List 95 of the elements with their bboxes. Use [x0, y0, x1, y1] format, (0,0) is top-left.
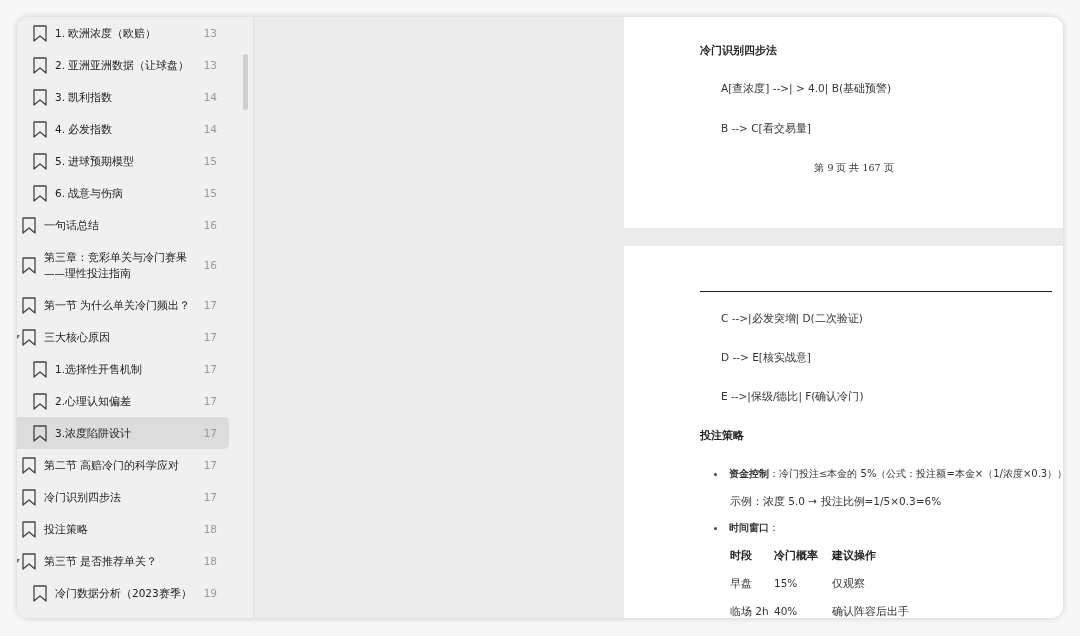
outline-item-label: 投注策略	[44, 522, 89, 537]
bookmark-icon	[22, 488, 36, 506]
outline-item[interactable]: 第三节 是否推荐单关？ 18	[17, 545, 229, 577]
page-number: 18	[202, 523, 217, 535]
bookmark-icon	[22, 296, 36, 314]
outline-item[interactable]: 第三章：竞彩单关与冷门赛果——理性投注指南 16	[17, 241, 229, 289]
page-number: 13	[202, 59, 217, 71]
page-number: 15	[202, 187, 217, 199]
bookmark-icon	[33, 120, 47, 138]
table-cell-text: 40%	[774, 604, 799, 618]
page-number: 18	[202, 555, 217, 567]
bullet-dot	[714, 526, 717, 530]
table-header: 冷门概率	[774, 548, 819, 563]
bullet-dot	[714, 472, 717, 476]
outline-item-label: 冷门数据分析（2023赛季）	[55, 586, 193, 601]
page-number: 17	[202, 299, 217, 311]
outline-item[interactable]: 1. 欧洲浓度（欧赔） 13	[17, 17, 229, 49]
outline-item-label: 一句话总结	[44, 218, 100, 233]
bookmark-icon	[33, 88, 47, 106]
outline-item[interactable]: 三大核心原因 17	[17, 321, 229, 353]
outline-item[interactable]: 2. 亚洲亚洲数据（让球盘） 13	[17, 49, 229, 81]
bullet-text: 时间窗口：	[729, 521, 779, 535]
outline-item-label: 2.心理认知偏差	[55, 394, 133, 409]
outline-item[interactable]: 冷门识别四步法 17	[17, 481, 229, 513]
outline-item-label: 6. 战意与伤病	[55, 186, 125, 201]
bookmark-icon	[22, 256, 36, 274]
table-cell-text: 15%	[774, 576, 799, 591]
bookmark-icon	[33, 584, 47, 602]
section-heading: 冷门识别四步法	[700, 44, 778, 58]
outline-item-label: 第一节 为什么单关冷门频出？	[44, 298, 192, 313]
bookmark-icon	[33, 24, 47, 42]
bookmark-icon	[22, 216, 36, 234]
outline-item[interactable]: 3.浓度陷阱设计 17	[17, 417, 229, 449]
bookmark-icon	[22, 456, 36, 474]
page-number: 19	[202, 587, 217, 599]
scrollbar-thumb[interactable]	[243, 54, 248, 110]
page-number: 16	[202, 219, 217, 231]
page-number: 17	[202, 395, 217, 407]
outline-item[interactable]: 冷门数据分析（2023赛季） 19	[17, 577, 229, 609]
bookmark-icon	[33, 184, 47, 202]
outline-item-label: 3.浓度陷阱设计	[55, 426, 133, 441]
section-heading: 投注策略	[700, 429, 745, 443]
bookmark-icon	[33, 56, 47, 74]
page-number: 17	[202, 459, 217, 471]
outline-item-label: 第三节 是否推荐单关？	[44, 554, 159, 569]
page-number: 14	[202, 91, 217, 103]
bullet-text: 资金控制：冷门投注≤本金的 5%（公式：投注额=本金×（1/浓度×0.3））	[729, 467, 1063, 481]
bookmark-icon	[33, 424, 47, 442]
outline-item[interactable]: 第一节 为什么单关冷门频出？ 17	[17, 289, 229, 321]
bookmark-icon	[33, 392, 47, 410]
outline-item-label: 4. 必发指数	[55, 122, 114, 137]
bookmark-icon	[22, 552, 36, 570]
page-number: 15	[202, 155, 217, 167]
outline-item[interactable]: 投注策略 18	[17, 513, 229, 545]
flow-step-text: B --> C[看交易量]	[720, 122, 812, 136]
outline-item[interactable]: 6. 战意与伤病 15	[17, 177, 229, 209]
table-cell: 确认阵容后出手	[832, 604, 909, 618]
outline-item-label: 第二节 高赔冷门的科学应对	[44, 458, 181, 473]
outline-item-label: 三大核心原因	[44, 330, 111, 345]
bookmark-icon	[33, 152, 47, 170]
flow-step-text: D --> E[核实战意]	[720, 351, 812, 365]
page-number: 17	[202, 331, 217, 343]
outline-item-label: 5. 进球预期模型	[55, 154, 136, 169]
outline-item-label: 1. 欧洲浓度（欧赔）	[55, 26, 158, 41]
outline-item[interactable]: 2.心理认知偏差 17	[17, 385, 229, 417]
bookmark-icon	[22, 520, 36, 538]
outline-item-label: 1.选择性开售机制	[55, 362, 144, 377]
flow-step-text: C -->|必发突增| D(二次验证)	[720, 312, 864, 326]
table-cell-text: 早盘	[730, 576, 753, 591]
page-number: 13	[202, 27, 217, 39]
page-number: 14	[202, 123, 217, 135]
outline-item-label: 冷门识别四步法	[44, 490, 122, 505]
table-header: 建议操作	[832, 548, 876, 563]
outline-item-label: 2. 亚洲亚洲数据（让球盘）	[55, 58, 191, 73]
page-number: 16	[202, 259, 217, 271]
outline-item[interactable]: 1.选择性开售机制 17	[17, 353, 229, 385]
table-cell: 仅观察	[832, 576, 865, 591]
page-footer: 第 9 页 共 167 页	[624, 162, 1063, 175]
page-number: 17	[202, 491, 217, 503]
outline-item[interactable]: 5. 进球预期模型 15	[17, 145, 229, 177]
page-number: 17	[202, 363, 217, 375]
table-header: 时段	[730, 548, 753, 563]
table-cell-text: 临场 2h	[730, 604, 770, 618]
page-number: 17	[202, 427, 217, 439]
bookmark-icon	[22, 328, 36, 346]
outline-item-label: 3. 凯利指数	[55, 90, 114, 105]
outline-item[interactable]: 一句话总结 16	[17, 209, 229, 241]
flow-step-text: E -->|保级/德比| F(确认冷门)	[720, 390, 865, 404]
example-text: 示例：浓度 5.0 → 投注比例=1/5×0.3=6%	[729, 494, 943, 508]
outline-item[interactable]: 3. 凯利指数 14	[17, 81, 229, 113]
bookmark-icon	[33, 360, 47, 378]
flow-step-text: A[查浓度] -->| > 4.0| B(基础预警)	[720, 82, 893, 96]
outline-item-label: 第三章：竞彩单关与冷门赛果——理性投注指南	[44, 250, 188, 281]
outline-item[interactable]: 4. 必发指数 14	[17, 113, 229, 145]
outline-item[interactable]: 第二节 高赔冷门的科学应对 17	[17, 449, 229, 481]
